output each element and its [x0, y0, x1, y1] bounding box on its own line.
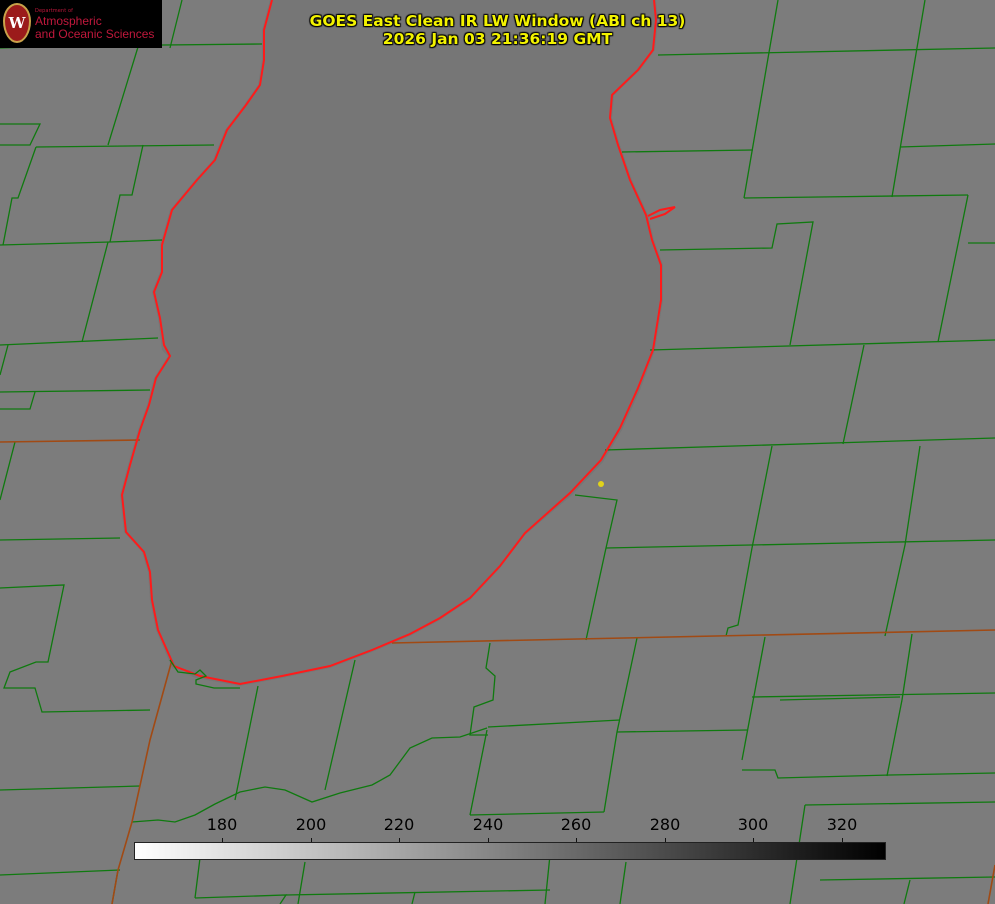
- location-marker: [598, 481, 604, 487]
- colorbar-tick-label: 220: [383, 815, 415, 834]
- ir-satellite-map: [0, 0, 995, 904]
- colorbar-tick-label: 260: [560, 815, 592, 834]
- colorbar-tick-label: 280: [649, 815, 681, 834]
- colorbar-tick-label: 320: [826, 815, 858, 834]
- colorbar-tick-label: 240: [472, 815, 504, 834]
- satellite-image-viewer: W Department of Atmospheric and Oceanic …: [0, 0, 995, 904]
- logo-line2: and Oceanic Sciences: [35, 27, 155, 41]
- temperature-colorbar: [134, 842, 886, 860]
- uw-seal-icon: W: [3, 3, 31, 43]
- image-title: GOES East Clean IR LW Window (ABI ch 13): [309, 12, 686, 30]
- image-timestamp: 2026 Jan 03 21:36:19 GMT: [382, 30, 613, 48]
- seal-letter: W: [8, 14, 26, 32]
- aos-logo: W Department of Atmospheric and Oceanic …: [0, 0, 162, 48]
- colorbar-tick-label: 180: [206, 815, 238, 834]
- logo-line1: Atmospheric: [35, 14, 102, 28]
- colorbar-tick-label: 300: [737, 815, 769, 834]
- colorbar-tick-label: 200: [295, 815, 327, 834]
